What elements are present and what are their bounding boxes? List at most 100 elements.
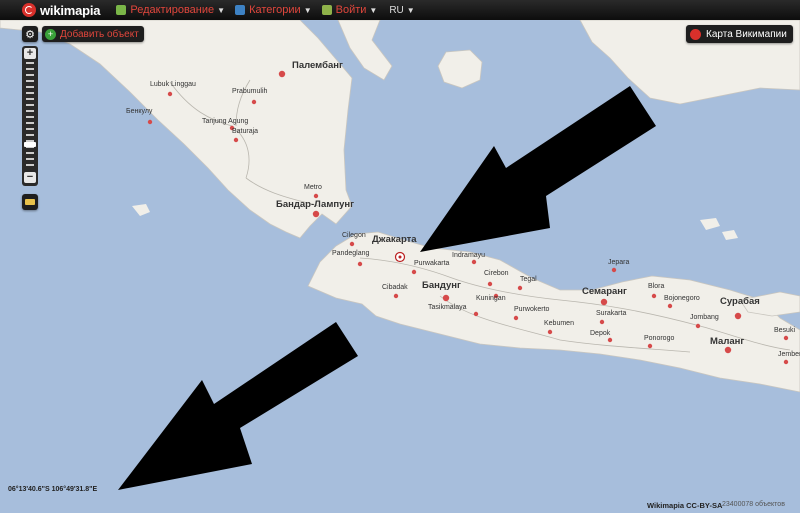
city-label: Джакарта <box>372 234 417 245</box>
city-dot <box>471 259 477 265</box>
city-dot <box>651 293 657 299</box>
city-dot <box>313 193 319 199</box>
menu-login-label: Войти <box>335 4 367 16</box>
city-label: Tanjung Agung <box>202 118 248 125</box>
city-label: Depok <box>590 330 611 337</box>
city-dot <box>442 294 450 302</box>
city-label: Indramayu <box>452 252 485 259</box>
city-dot <box>312 210 320 218</box>
city-label: Cirebon <box>484 270 509 277</box>
city-dot <box>411 269 417 275</box>
menu-edit[interactable]: Редактирование ▼ <box>116 4 225 16</box>
city-label: Bojonegoro <box>664 295 700 302</box>
city-label: Kebumen <box>544 320 574 327</box>
city-marker[interactable]: Kuningan <box>476 293 506 302</box>
menu-categories-label: Категории <box>249 4 301 16</box>
city-label: Purwakarta <box>414 260 450 267</box>
top-navigation-bar: wikimapia Редактирование ▼ Категории ▼ В… <box>0 0 800 20</box>
add-object-label: Добавить объект <box>60 28 139 40</box>
city-label: Prabumulih <box>232 88 268 95</box>
city-dot <box>147 119 153 125</box>
city-dot <box>357 261 363 267</box>
add-object-button[interactable]: + Добавить объект <box>42 26 144 42</box>
city-dot <box>393 293 399 299</box>
city-label: Baturaja <box>232 128 258 135</box>
city-dot <box>599 319 605 325</box>
zoom-slider-handle[interactable] <box>24 142 36 147</box>
city-dot <box>783 359 789 365</box>
gear-icon: ⚙ <box>25 28 35 41</box>
city-label: Cilegon <box>342 232 366 239</box>
chevron-down-icon: ▼ <box>217 5 226 15</box>
city-dot <box>251 99 257 105</box>
city-label: Ponorogo <box>644 335 674 342</box>
city-label: Purwokerto <box>514 306 550 313</box>
city-label: Lubuk Linggau <box>150 81 196 88</box>
city-label: Jepara <box>608 259 630 266</box>
layers-icon <box>25 199 35 205</box>
city-label: Cibadak <box>382 284 408 291</box>
city-label: Jember <box>778 351 800 358</box>
settings-button[interactable]: ⚙ <box>22 26 38 42</box>
city-dot <box>783 335 789 341</box>
wikimapia-logo-icon <box>22 3 36 17</box>
city-label: Kuningan <box>476 295 506 302</box>
belitung-island <box>437 49 483 89</box>
wikimapia-logo[interactable]: wikimapia <box>22 2 101 18</box>
city-label: Metro <box>304 184 322 191</box>
city-label: Pandeglang <box>332 250 369 257</box>
wikimapia-map-label: Карта Викимапии <box>706 28 787 40</box>
city-label: Семаранг <box>582 286 627 297</box>
city-label: Бандар-Лампунг <box>276 199 354 210</box>
map-credit: Wikimapia CC-BY-SA <box>647 501 723 510</box>
chevron-down-icon: ▼ <box>303 5 312 15</box>
city-dot <box>278 70 286 78</box>
categories-icon <box>235 5 246 15</box>
city-dot <box>487 281 493 287</box>
layers-button[interactable] <box>22 194 38 210</box>
city-dot <box>724 346 732 354</box>
city-label: Jombang <box>690 314 719 321</box>
city-label: Маланг <box>710 336 744 347</box>
menu-login[interactable]: Войти ▼ <box>321 4 378 16</box>
city-dot <box>349 241 355 247</box>
city-dot <box>734 312 742 320</box>
logo-text: wikimapia <box>40 2 101 18</box>
city-label: Бандунг <box>422 280 461 291</box>
city-label: Besuki <box>774 327 795 334</box>
location-marker <box>394 251 406 263</box>
zoom-in-button[interactable]: + <box>24 48 36 59</box>
add-icon: + <box>45 28 56 40</box>
city-label: Бенкулу <box>126 108 153 115</box>
city-label: Палембанг <box>292 60 343 71</box>
edit-icon <box>116 5 127 15</box>
zoom-out-button[interactable]: − <box>24 172 36 183</box>
city-dot <box>547 329 553 335</box>
wikimapia-map-button[interactable]: Карта Викимапии <box>686 25 793 43</box>
city-label: Tegal <box>520 276 537 283</box>
city-label: Surakarta <box>596 310 626 317</box>
map-canvas[interactable]: Палембанг Lubuk Linggau Prabumulih Бенкулу T… <box>0 0 800 513</box>
zoom-slider-track[interactable] <box>26 62 34 168</box>
city-dot <box>233 137 239 143</box>
object-count: 23400078 объектов <box>722 501 785 508</box>
city-dot <box>513 315 519 321</box>
city-label: Tasikmalaya <box>428 304 467 311</box>
wikimapia-logo-icon <box>690 28 701 40</box>
city-dot <box>667 303 673 309</box>
city-dot <box>517 285 523 291</box>
chevron-down-icon: ▼ <box>406 5 415 15</box>
login-icon <box>321 5 332 15</box>
city-label: Сурабая <box>720 296 760 307</box>
language-selector[interactable]: RU ▼ <box>389 5 414 16</box>
city-label: Blora <box>648 283 664 290</box>
city-dot <box>167 91 173 97</box>
language-label: RU <box>389 4 404 16</box>
city-dot <box>647 343 653 349</box>
city-dot <box>611 267 617 273</box>
zoom-control: + − <box>22 46 38 186</box>
city-dot <box>695 323 701 329</box>
menu-categories[interactable]: Категории ▼ <box>235 4 312 16</box>
chevron-down-icon: ▼ <box>369 5 378 15</box>
city-dot <box>473 311 479 317</box>
